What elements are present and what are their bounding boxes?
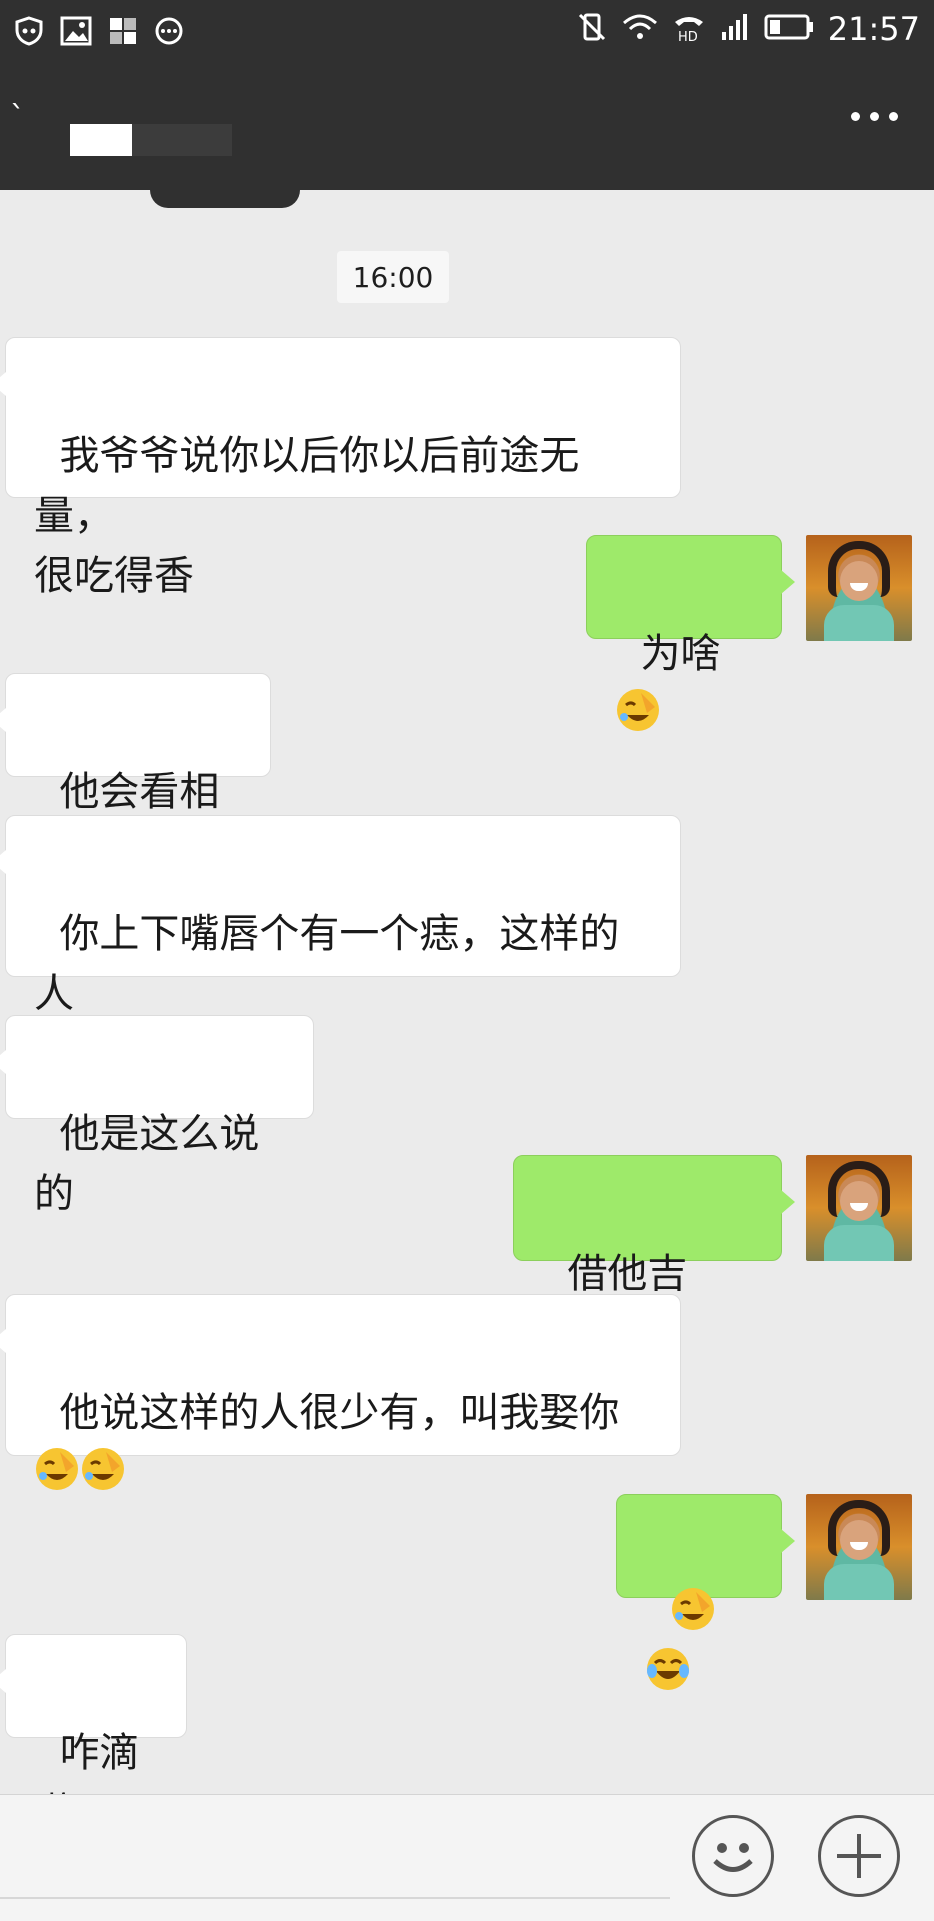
message-bubble-incoming[interactable]: 他是这么说的 [0,1015,314,1217]
message-bubble-outgoing[interactable] [616,1494,795,1690]
message-bubble-incoming[interactable]: 他会看相啊 [0,673,271,875]
more-dots-icon[interactable] [851,112,898,121]
message-text: 为啥 [640,631,721,677]
status-time: 21:57 [827,10,920,48]
message-bubble-incoming[interactable]: 你上下嘴唇个有一个痣，这样的人 以后很吃得香， [0,815,681,1077]
message-bubble-incoming[interactable]: 我爷爷说你以后你以后前途无量， 很吃得香 [0,337,681,599]
time-divider: 16:00 [337,251,449,303]
back-button[interactable]: ` [10,100,25,135]
status-bar: HD 21:57 [0,0,934,62]
svg-text:HD: HD [678,30,698,42]
avatar[interactable] [806,1494,912,1600]
facepalm-laugh-emoji-icon [617,689,659,731]
facepalm-laugh-emoji-icon [36,1448,78,1490]
title-tab-shape [150,190,300,208]
hd-call-icon: HD [672,12,706,46]
battery-icon [764,13,814,45]
top-bar: HD 21:57 ` [0,0,934,190]
input-bar [0,1794,934,1921]
facepalm-laugh-emoji-icon [82,1448,124,1490]
message-bubble-outgoing[interactable]: 为啥 [586,535,795,731]
message-bubble-incoming[interactable]: 他说这样的人很少有，叫我娶你 [0,1294,681,1490]
message-text: 他是这么说的 [34,1111,260,1217]
avatar[interactable] [806,535,912,641]
message-text: 我爷爷说你以后你以后前途无量， 很吃得香 [34,433,580,599]
app-grid-icon [108,16,138,50]
tears-of-joy-emoji-icon [647,1648,689,1690]
smiley-icon[interactable] [692,1815,774,1897]
wifi-icon [622,13,658,45]
image-icon [60,16,92,50]
contact-name-blur [132,124,232,156]
message-input[interactable] [0,1897,670,1899]
signal-icon [720,12,750,46]
message-text: 他说这样的人很少有，叫我娶你 [59,1390,620,1436]
message-bubble-outgoing[interactable]: 借他吉言！ [513,1155,795,1357]
shield-icon [14,16,44,50]
vibrate-off-icon [576,11,608,47]
message-bubble-incoming[interactable]: 咋滴啦 [0,1634,187,1836]
contact-name-redacted [70,124,132,156]
plus-icon[interactable] [818,1815,900,1897]
facepalm-laugh-emoji-icon [672,1588,715,1630]
status-left-icons [14,16,184,50]
status-right-icons: HD 21:57 [576,10,920,48]
more-circle-icon [154,16,184,50]
avatar[interactable] [806,1155,912,1261]
